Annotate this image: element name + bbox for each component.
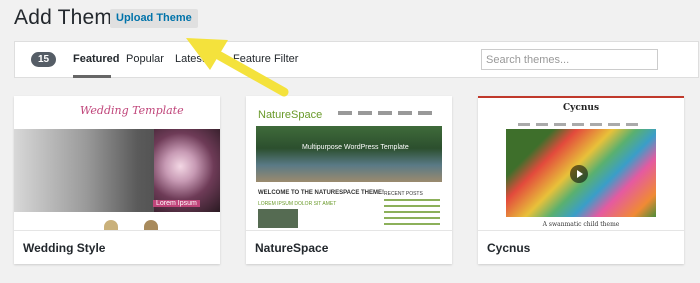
theme-name: Cycnus bbox=[478, 230, 684, 264]
preview-nav bbox=[338, 111, 438, 115]
preview-welcome: WELCOME TO THE NATURESPACE THEME! bbox=[258, 190, 384, 196]
preview-thumb-2 bbox=[144, 220, 158, 230]
active-tab-indicator bbox=[73, 75, 111, 78]
filter-bar: 15 Featured Popular Latest Feature Filte… bbox=[14, 41, 699, 78]
preview-logo: Wedding Template bbox=[80, 104, 184, 117]
theme-card-cycnus[interactable]: Cycnus A swanmatic child theme Cycnus bbox=[478, 96, 684, 264]
preview-post-thumb bbox=[258, 209, 298, 228]
theme-card-naturespace[interactable]: NatureSpace Multipurpose WordPress Templ… bbox=[246, 96, 452, 264]
preview-thumb-1 bbox=[104, 220, 118, 230]
theme-screenshot: Cycnus A swanmatic child theme bbox=[478, 96, 684, 230]
preview-footer-caption: A swanmatic child theme bbox=[542, 221, 620, 228]
play-icon[interactable] bbox=[570, 165, 588, 183]
upload-theme-button[interactable]: Upload Theme bbox=[110, 9, 198, 28]
preview-hero-text: Multipurpose WordPress Template bbox=[302, 144, 409, 151]
theme-screenshot: NatureSpace Multipurpose WordPress Templ… bbox=[246, 96, 452, 230]
preview-sidebar-title: RECENT POSTS bbox=[384, 191, 423, 197]
preview-hero bbox=[256, 126, 442, 182]
theme-count-badge: 15 bbox=[31, 52, 56, 67]
search-themes-input[interactable] bbox=[481, 49, 658, 70]
theme-name: NatureSpace bbox=[246, 230, 452, 264]
theme-card-wedding-style[interactable]: Wedding Template Lorem Ipsum Wedding Sty… bbox=[14, 96, 220, 264]
theme-screenshot: Wedding Template Lorem Ipsum bbox=[14, 96, 220, 230]
preview-nav bbox=[518, 123, 644, 126]
tab-featured[interactable]: Featured bbox=[73, 53, 119, 65]
preview-logo: Cycnus bbox=[562, 103, 600, 113]
preview-post-title: LOREM IPSUM DOLOR SIT AMET bbox=[258, 201, 337, 207]
annotation-arrow-icon bbox=[186, 38, 289, 97]
preview-caption: Lorem Ipsum bbox=[153, 200, 200, 207]
tab-popular[interactable]: Popular bbox=[126, 53, 164, 65]
preview-logo: NatureSpace bbox=[258, 109, 323, 121]
theme-name: Wedding Style bbox=[14, 230, 220, 264]
preview-sidebar-lines bbox=[384, 199, 440, 227]
preview-top-border bbox=[478, 96, 684, 98]
